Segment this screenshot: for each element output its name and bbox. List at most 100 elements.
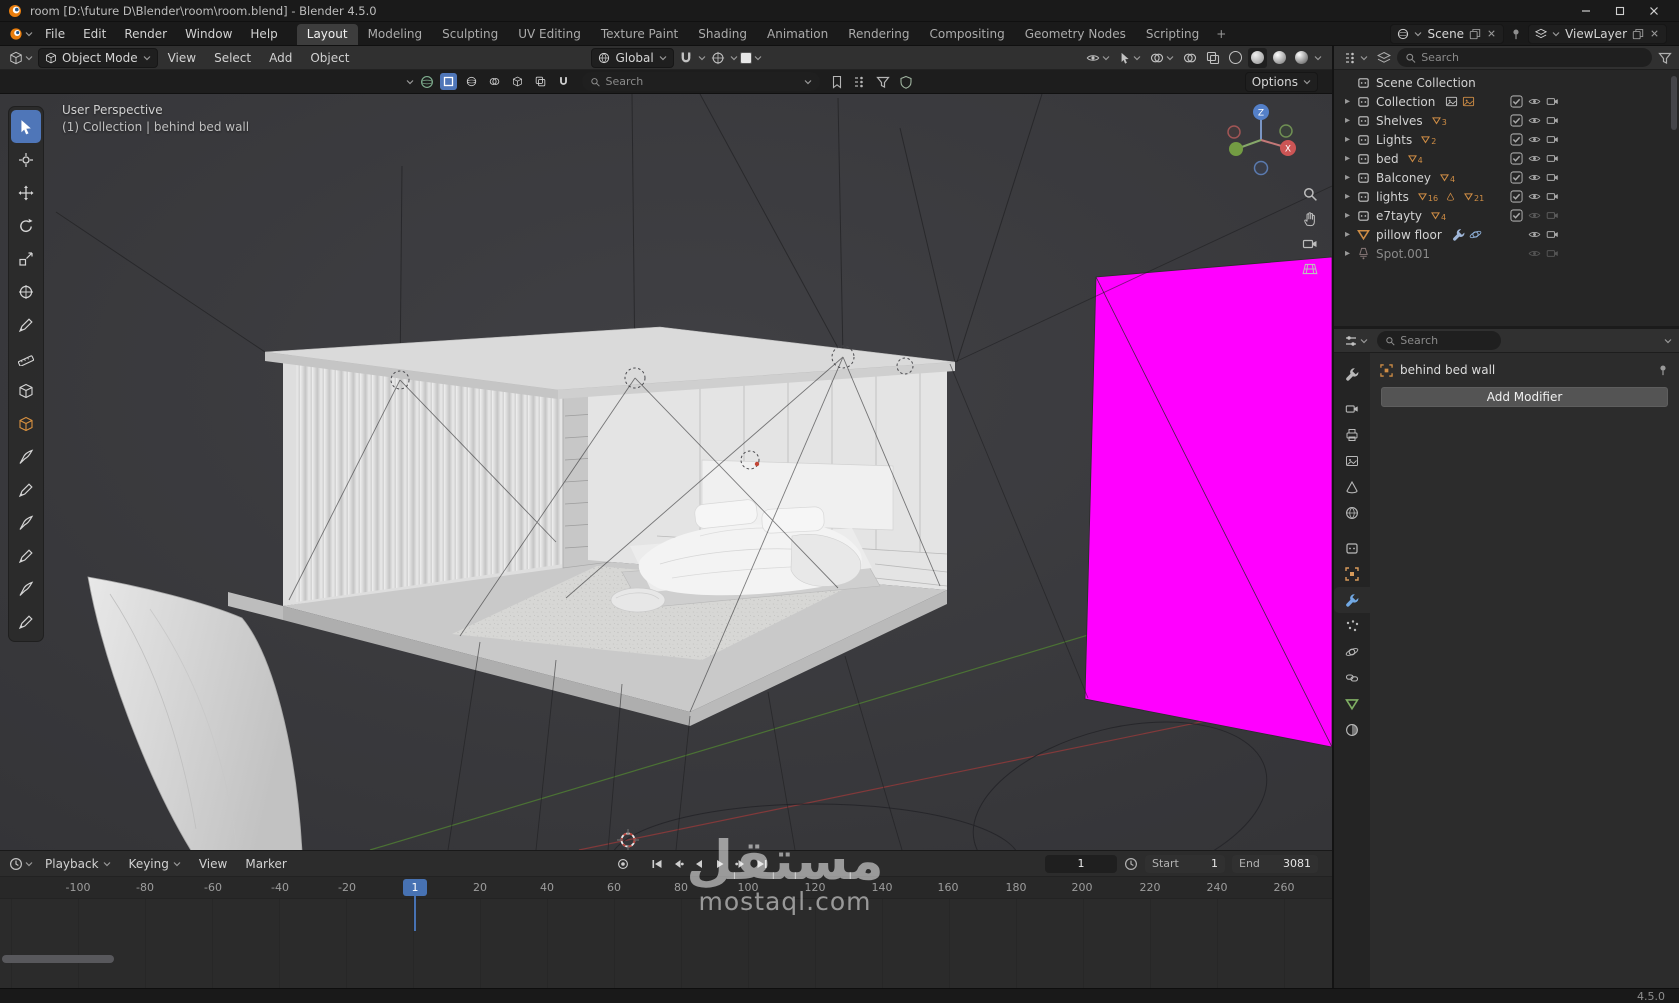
tool-select-box[interactable] <box>11 110 41 143</box>
snap-toggle[interactable] <box>676 48 696 68</box>
outliner-row-balconey[interactable]: ▸ Balconey 4 <box>1334 168 1679 187</box>
exclude-checkbox-icon[interactable] <box>1510 95 1523 108</box>
new-view-layer-icon[interactable] <box>1632 28 1644 40</box>
menu-select[interactable]: Select <box>206 46 259 69</box>
expand-arrow-icon[interactable]: ▸ <box>1342 134 1353 145</box>
scene-selector[interactable]: Scene <box>1390 23 1505 44</box>
tab-modeling[interactable]: Modeling <box>358 24 433 45</box>
menu-add[interactable]: Add <box>261 46 300 69</box>
current-frame-field[interactable]: 1 <box>1045 854 1117 873</box>
menu-keying[interactable]: Keying <box>120 851 190 876</box>
menu-window[interactable]: Window <box>176 22 241 45</box>
unlink-scene-icon[interactable] <box>1486 28 1497 39</box>
jump-to-start-button[interactable] <box>648 855 666 872</box>
tab-world[interactable] <box>1334 500 1370 526</box>
3d-viewport[interactable]: User Perspective (1) Collection | behind… <box>0 94 1332 850</box>
menu-help[interactable]: Help <box>241 22 286 45</box>
navigation-axis-gizmo[interactable]: Z X <box>1206 96 1316 184</box>
tab-constraints[interactable] <box>1334 665 1370 691</box>
hide-eye-icon[interactable] <box>1528 152 1541 165</box>
outliner-row-lights[interactable]: ▸ Lights 2 <box>1334 130 1679 149</box>
hide-eye-icon[interactable] <box>1528 247 1541 260</box>
expand-arrow-icon[interactable]: ▸ <box>1342 115 1353 126</box>
tab-physics[interactable] <box>1334 639 1370 665</box>
exclude-checkbox-icon[interactable] <box>1510 133 1523 146</box>
filter-funnel-icon[interactable] <box>1658 51 1672 65</box>
outliner-row-scene-collection[interactable]: ▸ Scene Collection <box>1334 73 1679 92</box>
hide-eye-icon[interactable] <box>1528 190 1541 203</box>
menu-render[interactable]: Render <box>115 22 176 45</box>
viewport-search-input[interactable] <box>605 75 799 88</box>
shading-material-button[interactable] <box>1270 48 1289 68</box>
tool-move[interactable] <box>9 176 43 209</box>
pin-scene-icon[interactable] <box>1510 28 1522 40</box>
tab-layout[interactable]: Layout <box>296 24 358 45</box>
mode-intersect-button[interactable] <box>532 73 549 90</box>
options-dropdown[interactable]: Options <box>1244 71 1318 92</box>
tab-scripting[interactable]: Scripting <box>1136 24 1209 45</box>
timeline-scrollbar[interactable] <box>2 955 114 963</box>
properties-editor-type-button[interactable] <box>1341 331 1371 351</box>
mode-extend-button[interactable] <box>463 73 480 90</box>
tool-pen-1[interactable] <box>9 473 43 506</box>
outliner-search-input[interactable] <box>1421 51 1644 64</box>
jump-to-end-button[interactable] <box>753 855 771 872</box>
hide-eye-icon[interactable] <box>1528 95 1541 108</box>
tool-pen-3[interactable] <box>9 605 43 638</box>
exclude-checkbox-icon[interactable] <box>1510 152 1523 165</box>
play-button[interactable] <box>711 855 729 872</box>
tab-sculpting[interactable]: Sculpting <box>432 24 508 45</box>
tool-brush-1[interactable] <box>9 440 43 473</box>
tab-modifiers[interactable] <box>1334 587 1370 613</box>
expand-arrow-icon[interactable]: ▸ <box>1342 248 1353 259</box>
exclude-checkbox-icon[interactable] <box>1510 114 1523 127</box>
close-button[interactable] <box>1637 0 1671 22</box>
expand-arrow-icon[interactable]: ▸ <box>1342 229 1353 240</box>
selectability-dropdown[interactable] <box>1116 48 1144 68</box>
axis-negy-ball[interactable] <box>1279 124 1293 138</box>
disable-render-camera-icon[interactable] <box>1546 95 1559 108</box>
disable-render-camera-icon[interactable] <box>1546 190 1559 203</box>
expand-arrow-icon[interactable]: ▸ <box>1342 191 1353 202</box>
menu-edit[interactable]: Edit <box>74 22 115 45</box>
shading-wireframe-button[interactable] <box>1226 48 1245 68</box>
tab-collection[interactable] <box>1334 535 1370 561</box>
playhead-frame-badge[interactable]: 1 <box>403 879 427 896</box>
matcap-sphere-icon[interactable] <box>420 75 434 89</box>
outliner-row-e7tayty[interactable]: ▸ e7tayty 4 <box>1334 206 1679 225</box>
hide-eye-icon[interactable] <box>1528 133 1541 146</box>
axis-negz-ball[interactable] <box>1253 160 1269 176</box>
bookmark-icon[interactable] <box>830 75 844 89</box>
perspective-toggle-icon[interactable] <box>1302 261 1318 277</box>
transform-orientation-selector[interactable]: Global <box>591 47 674 68</box>
properties-options-chevron-icon[interactable] <box>1664 337 1672 345</box>
magenta-plane-object[interactable] <box>1084 256 1332 748</box>
timeline-tracks[interactable] <box>0 899 1332 988</box>
annotate-list-icon[interactable] <box>853 75 867 89</box>
hide-eye-icon[interactable] <box>1528 114 1541 127</box>
menu-view[interactable]: View <box>160 46 204 69</box>
mode-invert-button[interactable] <box>509 73 526 90</box>
properties-search-field[interactable] <box>1377 331 1501 350</box>
shading-solid-button[interactable] <box>1248 47 1267 68</box>
axis-y-ball[interactable] <box>1229 142 1243 156</box>
play-reverse-button[interactable] <box>690 855 708 872</box>
zoom-icon[interactable] <box>1302 186 1318 202</box>
outliner-editor-type-button[interactable] <box>1341 48 1371 68</box>
tab-output[interactable] <box>1334 422 1370 448</box>
outliner-row-spot-001[interactable]: ▸ Spot.001 <box>1334 244 1679 263</box>
minimize-button[interactable] <box>1569 0 1603 22</box>
tab-texture-paint[interactable]: Texture Paint <box>591 24 688 45</box>
shield-icon[interactable] <box>899 75 913 89</box>
tool-dropdown-chevron-icon[interactable] <box>406 78 414 86</box>
outliner-row-bed[interactable]: ▸ bed 4 <box>1334 149 1679 168</box>
mode-subtract-button[interactable] <box>486 73 503 90</box>
tool-cursor[interactable] <box>9 143 43 176</box>
tool-measure[interactable] <box>9 341 43 374</box>
tool-scale[interactable] <box>9 242 43 275</box>
autokey-record-button[interactable] <box>614 855 632 872</box>
remove-view-layer-icon[interactable] <box>1649 28 1660 39</box>
pan-hand-icon[interactable] <box>1302 211 1318 227</box>
shading-rendered-button[interactable] <box>1292 48 1311 68</box>
exclude-checkbox-icon[interactable] <box>1510 209 1523 222</box>
